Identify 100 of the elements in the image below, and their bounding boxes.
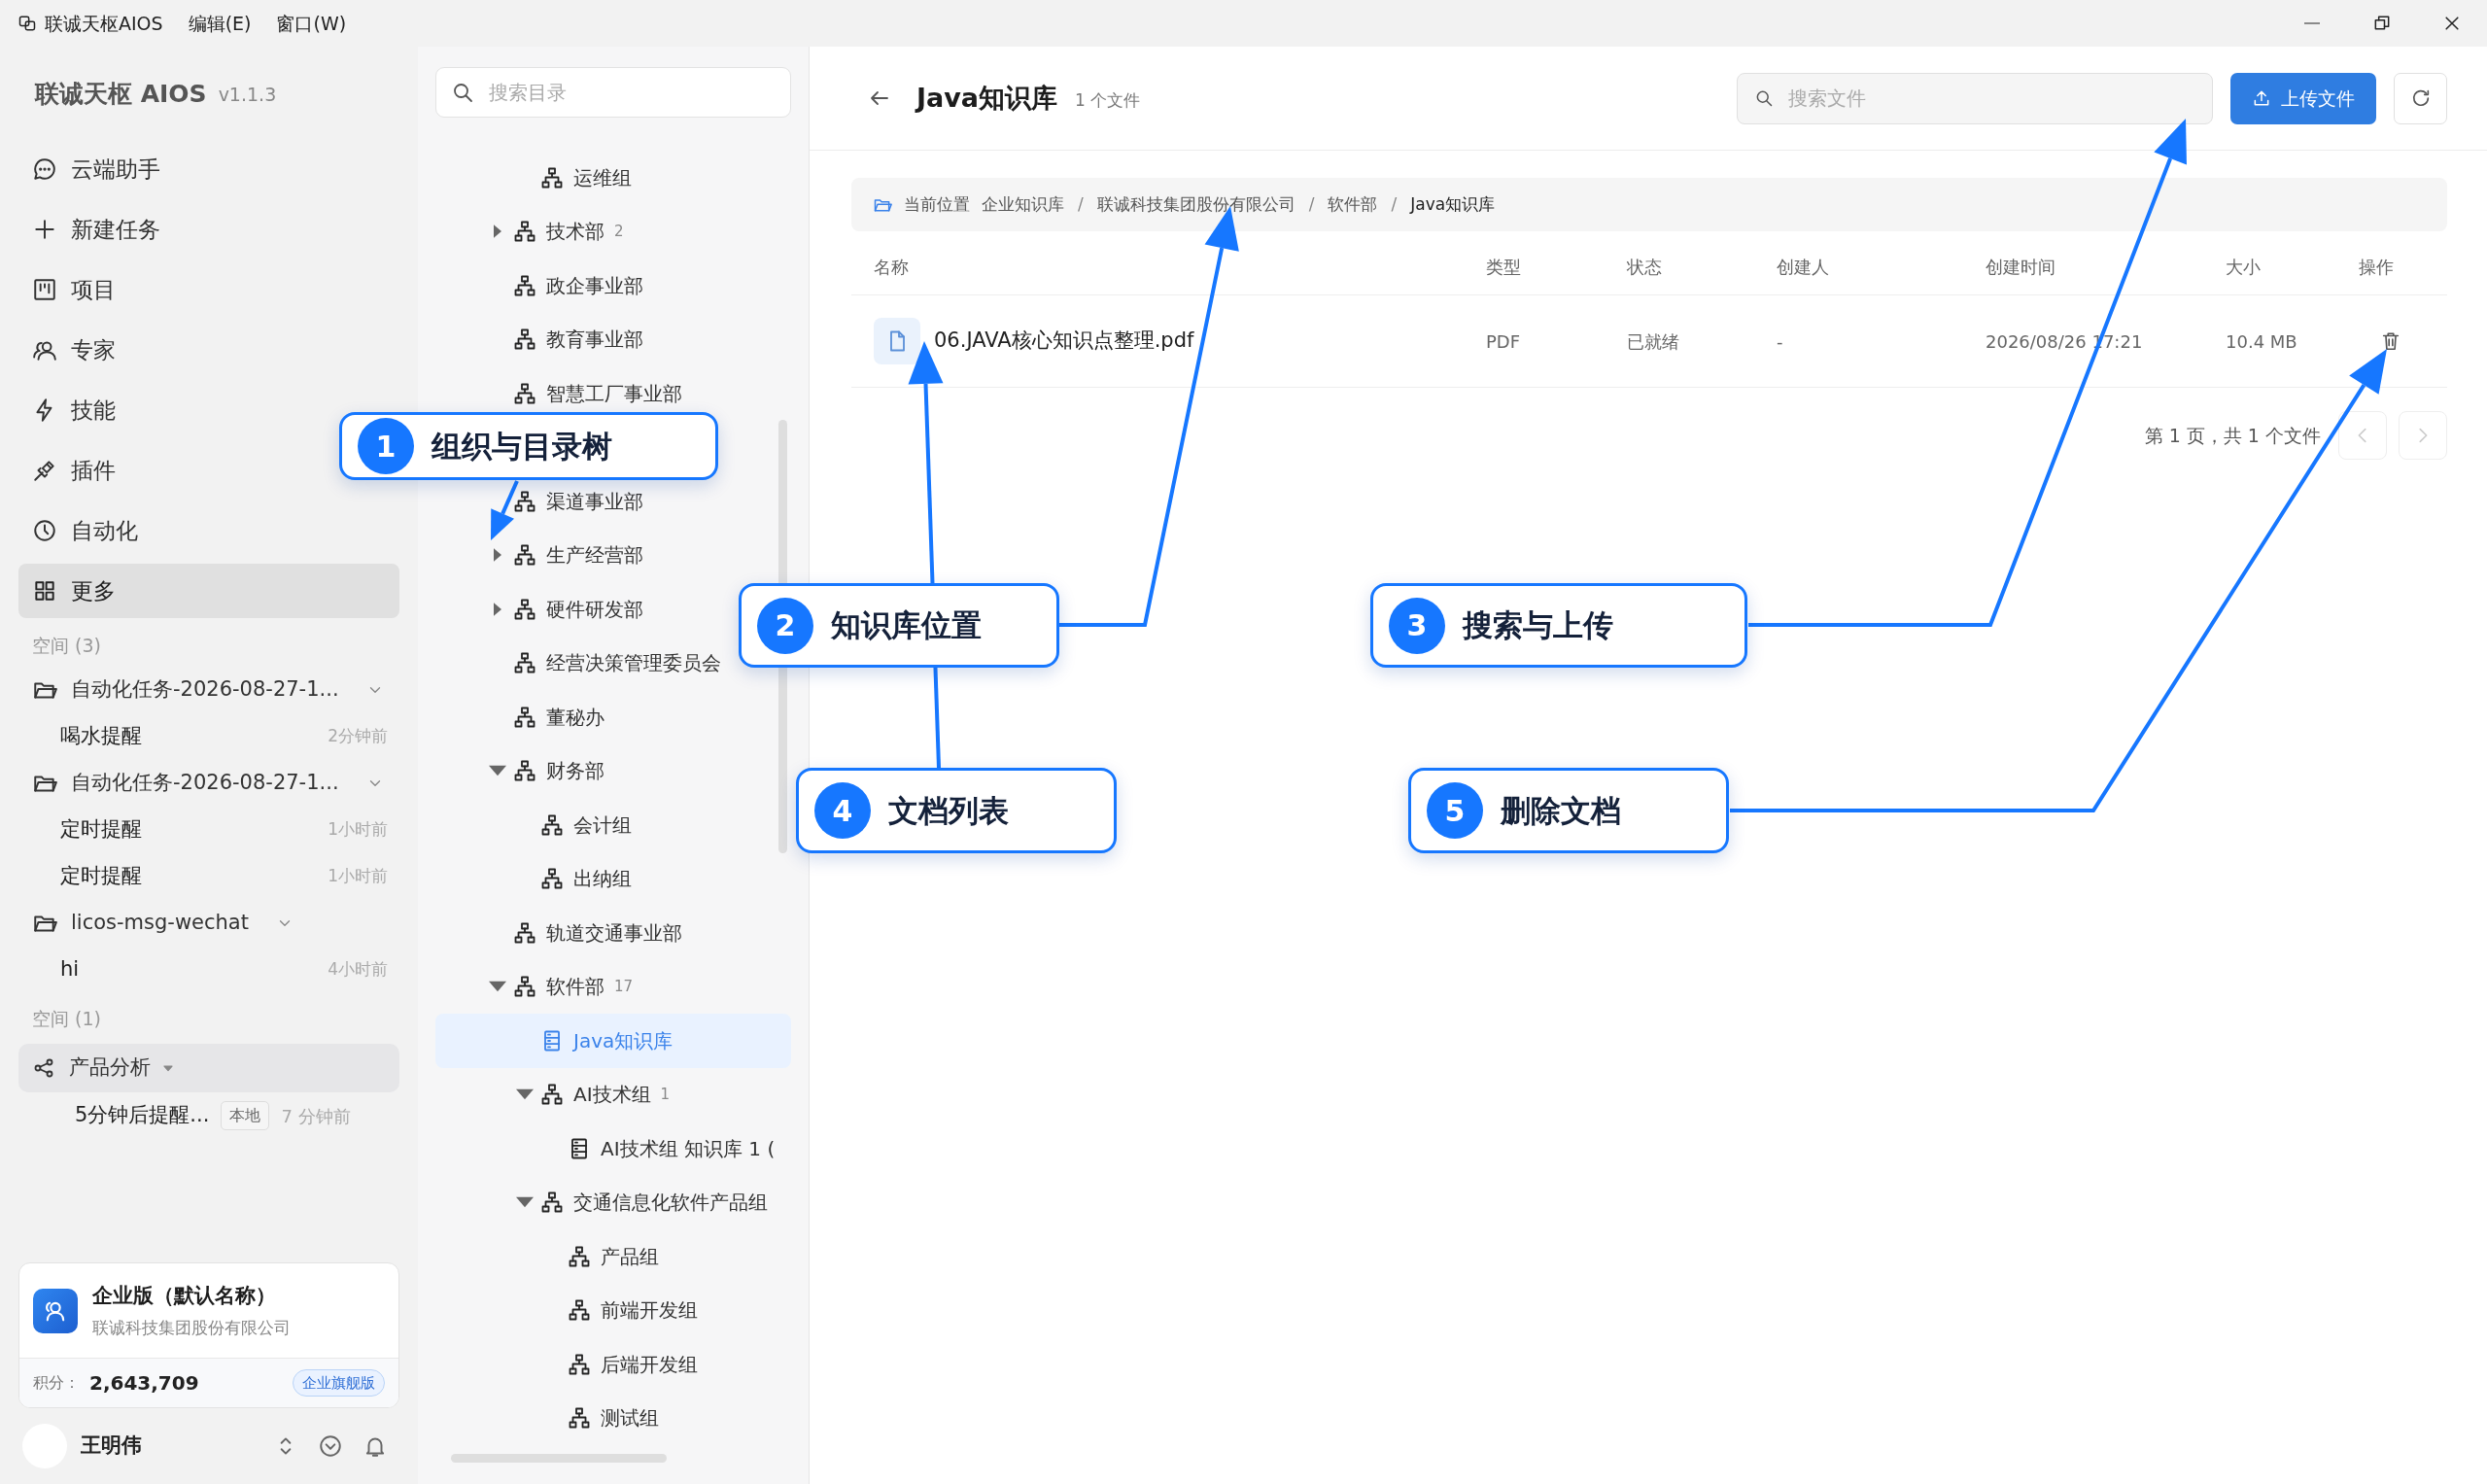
nav-item[interactable]: 云端助手 xyxy=(18,142,170,196)
tree-item[interactable]: AI技术组 知识库 1 ( xyxy=(601,1133,776,1163)
chat-icon xyxy=(32,156,57,182)
org-chart-icon xyxy=(540,812,564,837)
item-count: 17 xyxy=(614,977,634,997)
tree-item[interactable]: 渠道事业部 xyxy=(546,486,643,516)
task-time: 1小时前 xyxy=(328,865,388,888)
nav-item[interactable]: 插件 xyxy=(18,443,125,498)
nav-item[interactable]: 技能 xyxy=(18,383,125,437)
tree-item[interactable]: 硬件研发部 xyxy=(546,594,643,624)
nav-item[interactable]: 更多 xyxy=(18,564,399,618)
breadcrumb-separator: / xyxy=(1078,192,1084,216)
file-count: 1 个文件 xyxy=(1075,89,1141,113)
org-chart-icon xyxy=(513,920,536,945)
nav-item[interactable]: 自动化 xyxy=(18,503,148,558)
org-chart-icon xyxy=(540,165,564,190)
tree-item[interactable]: 经营决策管理委员会 xyxy=(546,648,721,678)
search-field[interactable]: 搜索文件 xyxy=(1737,72,2213,124)
org-chart-icon xyxy=(540,1083,564,1107)
trash-icon xyxy=(2380,330,2401,352)
tree-item[interactable]: 教育事业部 xyxy=(546,325,643,355)
nav-item[interactable]: 项目 xyxy=(18,262,125,317)
file-name[interactable]: 06.JAVA核心知识点整理.pdf xyxy=(934,326,1194,357)
tree-item[interactable]: AI技术组 xyxy=(573,1080,651,1110)
page-title: Java知识库 xyxy=(916,81,1058,115)
breadcrumb-link[interactable]: 软件部 xyxy=(1328,191,1378,218)
tree-item[interactable]: 技术部 xyxy=(546,217,604,247)
tree-item[interactable]: 前端开发组 xyxy=(601,1295,698,1326)
tree-item[interactable]: 生产经营部 xyxy=(546,540,643,570)
folder-item[interactable]: 自动化任务-2026-08-27-1... xyxy=(18,760,399,807)
task-item[interactable]: 定时提醒 1小时前 xyxy=(18,853,399,900)
tree-item[interactable]: 出纳组 xyxy=(573,864,632,894)
tree-item[interactable]: 财务部 xyxy=(546,756,604,786)
org-chart-icon xyxy=(513,220,536,244)
folder-item[interactable]: 自动化任务-2026-08-27-1... xyxy=(18,667,399,713)
step-number: 4 xyxy=(814,782,871,839)
tree-item[interactable]: 后端开发组 xyxy=(601,1349,698,1379)
table-cell-text: 已就绪 xyxy=(1627,329,1680,354)
plug-icon xyxy=(32,458,57,483)
column-header: 创建人 xyxy=(1777,256,1830,279)
org-chart-icon xyxy=(540,1191,564,1215)
share-icon xyxy=(32,1056,55,1080)
task-time: 1小时前 xyxy=(328,818,388,842)
minimize-icon xyxy=(2304,22,2320,24)
org-chart-icon xyxy=(568,1352,591,1376)
search-field[interactable]: 搜索目录 xyxy=(435,67,791,118)
callout-label: 组织与目录树 xyxy=(432,427,612,466)
org-chart-icon xyxy=(513,759,536,783)
task-item[interactable]: hi 4小时前 xyxy=(18,947,399,993)
org-chart-icon xyxy=(513,328,536,352)
version-label: v1.1.3 xyxy=(218,82,277,107)
upload-button[interactable]: 上传文件 xyxy=(2230,72,2376,124)
tree-item[interactable]: 政企事业部 xyxy=(546,270,643,300)
tree-item[interactable]: 运维组 xyxy=(573,162,632,192)
column-header: 类型 xyxy=(1486,256,1522,279)
step-number: 2 xyxy=(757,597,813,654)
breadcrumb-separator: / xyxy=(1308,192,1315,216)
org-chart-icon xyxy=(568,1298,591,1323)
tree-item[interactable]: 交通信息化软件产品组 xyxy=(573,1188,768,1218)
breadcrumb-link[interactable]: 企业知识库 xyxy=(982,191,1064,218)
nav-item[interactable]: 专家 xyxy=(18,323,125,377)
company-name: 联诚科技集团股份有限公司 xyxy=(92,1316,291,1339)
task-item[interactable]: 喝水提醒 2分钟前 xyxy=(18,713,399,760)
callout-label: 文档列表 xyxy=(888,791,1009,830)
task-item[interactable]: 5分钟后提醒... 本地 7 分钟前 xyxy=(18,1092,399,1139)
space-item[interactable]: 产品分析 xyxy=(18,1044,399,1092)
upload-icon xyxy=(2252,88,2271,108)
breadcrumb-separator: / xyxy=(1391,192,1398,216)
dropdown-button[interactable] xyxy=(318,1433,343,1459)
delete-button[interactable] xyxy=(2380,330,2401,352)
tree-item[interactable]: 产品组 xyxy=(601,1241,659,1271)
task-title: 5分钟后提醒... xyxy=(75,1102,210,1129)
scrollbar-thumb[interactable] xyxy=(451,1454,667,1463)
tree-item[interactable]: 轨道交通事业部 xyxy=(546,917,682,948)
menu-item[interactable]: 窗口(W) xyxy=(276,9,347,38)
points-label: 积分： xyxy=(33,1372,80,1394)
menu-item[interactable]: 联诚天枢AIOS xyxy=(17,9,163,38)
tree-item[interactable]: 智慧工厂事业部 xyxy=(546,378,682,408)
breadcrumb-link[interactable]: 联诚科技集团股份有限公司 xyxy=(1096,191,1295,218)
column-header: 操作 xyxy=(2359,256,2395,279)
tree-item[interactable]: 软件部 xyxy=(546,972,604,1002)
caret-right-icon xyxy=(494,548,501,563)
column-header: 状态 xyxy=(1627,256,1663,279)
clock-icon xyxy=(32,518,57,543)
task-item[interactable]: 定时提醒 1小时前 xyxy=(18,807,399,853)
breadcrumb-current: Java知识库 xyxy=(1410,192,1496,216)
step-number: 5 xyxy=(1427,782,1483,839)
user-name: 王明伟 xyxy=(81,1432,142,1460)
local-tag: 本地 xyxy=(221,1101,270,1130)
app-logo-icon xyxy=(17,14,37,33)
refresh-button[interactable] xyxy=(2394,72,2447,124)
tree-item[interactable]: 董秘办 xyxy=(546,702,604,732)
folder-item[interactable]: licos-msg-wechat xyxy=(18,900,399,947)
tree-item[interactable]: 会计组 xyxy=(573,810,632,840)
nav-item[interactable]: 新建任务 xyxy=(18,202,170,257)
org-chart-icon xyxy=(513,489,536,513)
menu-item[interactable]: 编辑(E) xyxy=(188,9,252,38)
tree-item[interactable]: 测试组 xyxy=(601,1403,659,1433)
section-heading: 空间 (3) xyxy=(31,633,102,658)
callout-label: 搜索与上传 xyxy=(1463,606,1613,645)
